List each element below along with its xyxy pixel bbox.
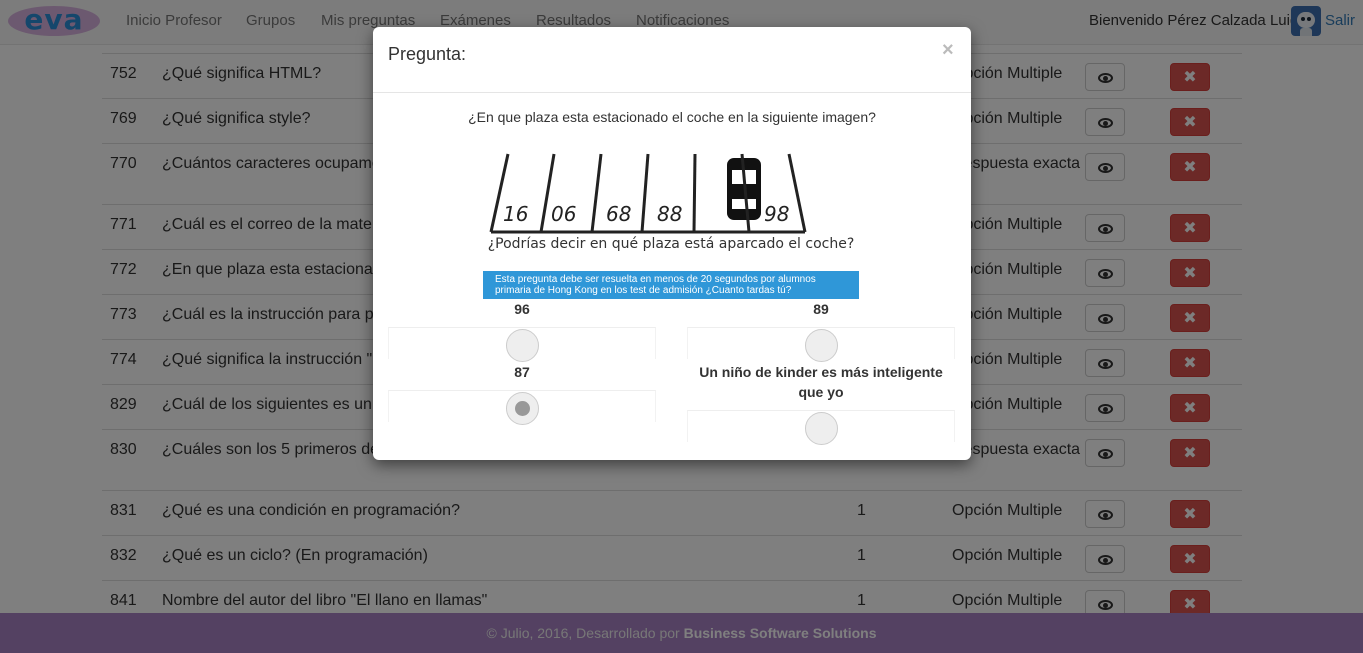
image-banner: Esta pregunta debe ser resuelta en menos… (483, 271, 859, 299)
answer-option (388, 327, 656, 362)
answer-label: 87 (514, 364, 530, 380)
answer-label: 89 (813, 301, 829, 317)
close-icon[interactable]: × (942, 39, 954, 62)
answer-option (687, 327, 955, 362)
banner-line: Esta pregunta debe ser resuelta en menos… (495, 274, 816, 285)
modal-title: Pregunta: (388, 44, 467, 64)
image-caption: ¿Podrías decir en qué plaza está aparcad… (487, 236, 855, 252)
banner-line: primaria de Hong Kong en los test de adm… (495, 285, 792, 296)
answer-label: 96 (514, 301, 530, 317)
spot-number: 68 (606, 202, 631, 226)
spot-number: 16 (503, 202, 528, 226)
answer-radio[interactable] (805, 412, 838, 445)
answer-option (687, 410, 955, 445)
spot-number: 88 (657, 202, 682, 226)
question-modal: Pregunta: × ¿En que plaza esta estaciona… (373, 27, 971, 460)
answer-label: Un niño de kinder es más inteligente que… (699, 364, 943, 400)
parking-puzzle-image: 16 06 68 88 98 ¿Podrías decir en qué pla… (483, 139, 859, 299)
modal-header: Pregunta: × (373, 27, 971, 93)
parking-lot-drawing: 16 06 68 88 98 (489, 153, 807, 234)
spot-number: 06 (551, 202, 576, 226)
answer-radio-selected[interactable] (506, 392, 539, 425)
spot-number: 98 (764, 202, 789, 226)
answer-option (388, 390, 656, 425)
answer-radio[interactable] (805, 329, 838, 362)
question-text: ¿En que plaza esta estacionado el coche … (468, 109, 876, 125)
answer-radio[interactable] (506, 329, 539, 362)
